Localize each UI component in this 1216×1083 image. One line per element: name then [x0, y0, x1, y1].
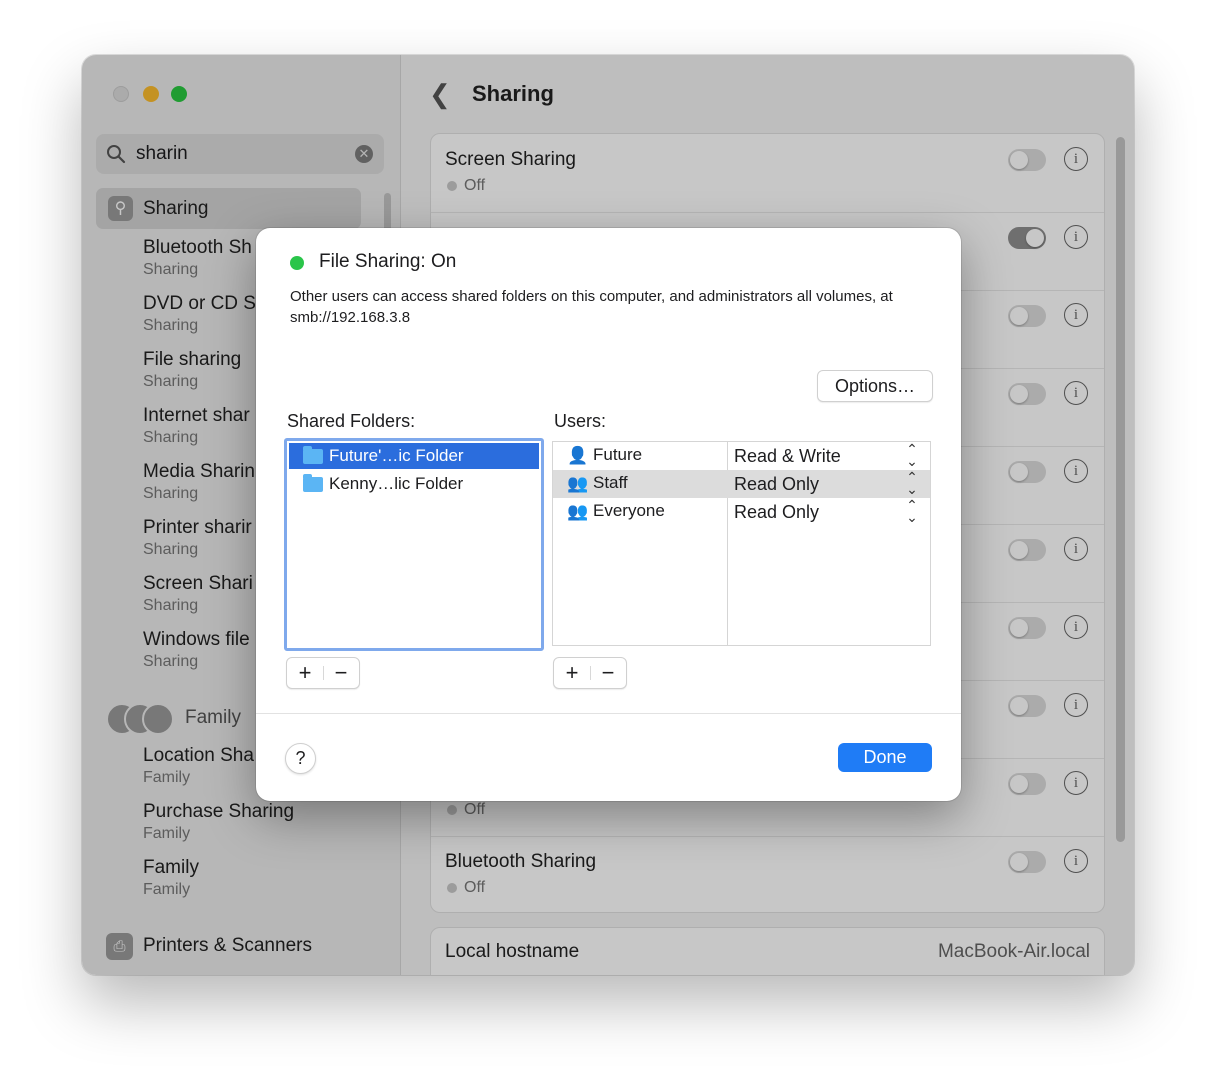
- remove-folder-button[interactable]: −: [323, 658, 359, 688]
- add-user-button[interactable]: +: [554, 658, 590, 688]
- dialog-divider: [256, 713, 961, 714]
- dialog-description: Other users can access shared folders on…: [290, 288, 893, 326]
- folder-icon: [303, 446, 323, 464]
- folder-icon: [303, 474, 323, 492]
- users-label: Users:: [554, 411, 607, 431]
- options-button[interactable]: Options…: [817, 370, 933, 402]
- add-folder-button[interactable]: +: [287, 658, 323, 688]
- shared-folders-list[interactable]: Future'…ic Folder Kenny…lic Folder: [284, 438, 544, 651]
- folder-row[interactable]: Kenny…lic Folder: [289, 471, 539, 497]
- shared-folders-label: Shared Folders:: [287, 411, 416, 431]
- updown-chevron-icon[interactable]: ⌃ ⌄: [906, 498, 918, 524]
- file-sharing-dialog: File Sharing: On Other users can access …: [256, 228, 961, 801]
- users-permissions-table[interactable]: 👤 Future Read & Write ⌃ ⌄ 👥 Staff Read On…: [552, 441, 931, 646]
- dialog-title: File Sharing: On: [319, 251, 457, 272]
- user-row[interactable]: 👥 Staff Read Only ⌃ ⌄: [553, 470, 930, 498]
- help-button[interactable]: ?: [285, 743, 316, 774]
- done-button[interactable]: Done: [838, 743, 932, 772]
- user-row[interactable]: 👥 Everyone Read Only ⌃ ⌄: [553, 498, 930, 526]
- user-name: Future: [593, 445, 643, 464]
- everyone-icon: 👥: [567, 502, 589, 521]
- permission-popup[interactable]: Read & Write: [734, 446, 841, 467]
- updown-chevron-icon[interactable]: ⌃ ⌄: [906, 470, 918, 496]
- user-name: Everyone: [593, 501, 665, 520]
- folder-name: Kenny…lic Folder: [329, 474, 464, 493]
- group-icon: 👥: [567, 474, 589, 493]
- remove-user-button[interactable]: −: [590, 658, 626, 688]
- folders-add-remove: + −: [286, 657, 360, 689]
- permission-popup[interactable]: Read Only: [734, 502, 819, 523]
- permission-popup[interactable]: Read Only: [734, 474, 819, 495]
- single-user-icon: 👤: [567, 446, 589, 465]
- folder-name: Future'…ic Folder: [329, 446, 464, 465]
- user-name: Staff: [593, 473, 628, 492]
- folder-row[interactable]: Future'…ic Folder: [289, 443, 539, 469]
- updown-chevron-icon[interactable]: ⌃ ⌄: [906, 442, 918, 468]
- status-on-indicator: [290, 256, 304, 270]
- user-row[interactable]: 👤 Future Read & Write ⌃ ⌄: [553, 442, 930, 470]
- users-add-remove: + −: [553, 657, 627, 689]
